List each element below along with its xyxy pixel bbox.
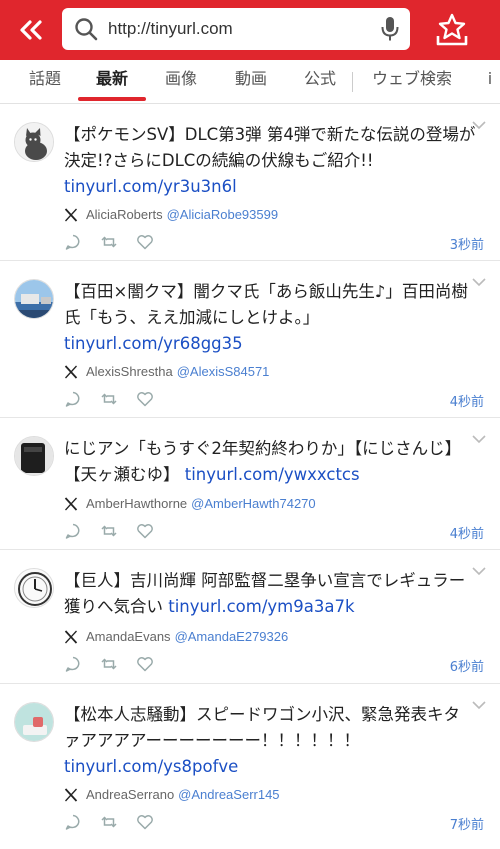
search-icon xyxy=(75,18,98,41)
post-actions: 4秒前 xyxy=(64,522,484,542)
reply-icon[interactable] xyxy=(64,813,82,831)
author[interactable]: AmberHawthorne @AmberHawth74270 xyxy=(86,496,316,511)
photo-avatar-icon xyxy=(15,280,53,318)
post-content: 【百田×闇クマ】闇クマ氏「あら飯山先生♪」百田尚樹氏「もう、ええ加減にしとけよ。… xyxy=(64,279,476,357)
photo-avatar-icon xyxy=(15,703,53,741)
timestamp: 3秒前 xyxy=(449,238,484,253)
avatar[interactable] xyxy=(14,279,54,319)
author-handle: @AndreaSerr145 xyxy=(178,787,280,802)
post-link[interactable]: tinyurl.com/yr68gg35 xyxy=(64,334,243,353)
post-text: 【ポケモンSV】DLC第3弾 第4弾で新たな伝説の登場が決定!?さらにDLCの続… xyxy=(64,125,476,170)
tab-videos[interactable]: 動画 xyxy=(220,60,282,104)
avatar[interactable] xyxy=(14,702,54,742)
avatar[interactable] xyxy=(14,122,54,162)
post-content: 【ポケモンSV】DLC第3弾 第4弾で新たな伝説の登場が決定!?さらにDLCの続… xyxy=(64,122,476,200)
post-content: 【巨人】吉川尚輝 阿部監督二塁争い宣言でレギュラー獲りへ気合い tinyurl.… xyxy=(64,568,476,620)
post-link[interactable]: tinyurl.com/ym9a3a7k xyxy=(168,597,354,616)
timestamp: 6秒前 xyxy=(449,660,484,675)
avatar[interactable] xyxy=(14,568,54,608)
tab-trending[interactable]: 話題 xyxy=(14,60,76,104)
author-name: AlexisShrestha xyxy=(86,364,173,379)
x-logo-icon xyxy=(64,365,78,379)
post-actions: 7秒前 xyxy=(64,813,484,833)
retweet-icon[interactable] xyxy=(100,522,118,540)
tab-official[interactable]: 公式 xyxy=(289,60,351,104)
tab-images[interactable]: 画像 xyxy=(150,60,212,104)
post-actions: 6秒前 xyxy=(64,655,484,675)
heart-icon[interactable] xyxy=(136,813,154,831)
x-logo-icon xyxy=(64,208,78,222)
list-item: にじアン「もうすぐ2年契約終わりか」【にじさんじ】【天ヶ瀬むゆ】 tinyurl… xyxy=(0,418,500,550)
tab-divider xyxy=(352,72,353,92)
author[interactable]: AliciaRoberts @AliciaRobe93599 xyxy=(86,207,278,222)
active-tab-indicator xyxy=(78,97,146,101)
reply-icon[interactable] xyxy=(64,233,82,251)
heart-icon[interactable] xyxy=(136,522,154,540)
x-logo-icon xyxy=(64,630,78,644)
post-actions: 3秒前 xyxy=(64,233,484,253)
author-name: AndreaSerrano xyxy=(86,787,175,802)
x-logo-icon xyxy=(64,497,78,511)
timestamp: 7秒前 xyxy=(449,818,484,833)
list-item: 【松本人志騒動】スピードワゴン小沢、緊急発表キタァアアアアーーーーーーー！！！！… xyxy=(0,684,500,849)
post-text: 【百田×闇クマ】闇クマ氏「あら飯山先生♪」百田尚樹氏「もう、ええ加減にしとけよ。… xyxy=(64,282,468,327)
reply-icon[interactable] xyxy=(64,522,82,540)
post-link[interactable]: tinyurl.com/yr3u3n6l xyxy=(64,177,237,196)
reply-icon[interactable] xyxy=(64,655,82,673)
post-text: 【松本人志騒動】スピードワゴン小沢、緊急発表キタァアアアアーーーーーーー！！！！… xyxy=(64,705,460,750)
post-content: にじアン「もうすぐ2年契約終わりか」【にじさんじ】【天ヶ瀬むゆ】 tinyurl… xyxy=(64,436,476,488)
heart-icon[interactable] xyxy=(136,390,154,408)
author-name: AmberHawthorne xyxy=(86,496,188,511)
author-handle: @AliciaRobe93599 xyxy=(166,207,279,222)
author-handle: @AlexisS84571 xyxy=(176,364,270,379)
author[interactable]: AmandaEvans @AmandaE279326 xyxy=(86,629,288,644)
cat-avatar-icon xyxy=(15,123,53,161)
avatar[interactable] xyxy=(14,436,54,476)
post-link[interactable]: tinyurl.com/ys8pofve xyxy=(64,757,238,776)
post-link[interactable]: tinyurl.com/ywxxctcs xyxy=(185,465,360,484)
bookmark-star-button[interactable] xyxy=(434,12,470,48)
author[interactable]: AndreaSerrano @AndreaSerr145 xyxy=(86,787,280,802)
timestamp: 4秒前 xyxy=(449,527,484,542)
tab-more[interactable]: i xyxy=(480,60,500,104)
post-content: 【松本人志騒動】スピードワゴン小沢、緊急発表キタァアアアアーーーーーーー！！！！… xyxy=(64,702,476,780)
author-name: AliciaRoberts xyxy=(86,207,163,222)
photo-avatar-icon xyxy=(15,437,53,475)
author-handle: @AmandaE279326 xyxy=(174,629,289,644)
x-logo-icon xyxy=(64,788,78,802)
top-bar: http://tinyurl.com xyxy=(0,0,500,60)
list-item: 【ポケモンSV】DLC第3弾 第4弾で新たな伝説の登場が決定!?さらにDLCの続… xyxy=(0,104,500,261)
heart-icon[interactable] xyxy=(136,655,154,673)
author-handle: @AmberHawth74270 xyxy=(191,496,316,511)
search-input[interactable]: http://tinyurl.com xyxy=(62,8,410,50)
reply-icon[interactable] xyxy=(64,390,82,408)
clock-avatar-icon xyxy=(15,569,53,607)
list-item: 【巨人】吉川尚輝 阿部監督二塁争い宣言でレギュラー獲りへ気合い tinyurl.… xyxy=(0,550,500,684)
retweet-icon[interactable] xyxy=(100,655,118,673)
microphone-icon[interactable] xyxy=(380,16,400,42)
search-query-text: http://tinyurl.com xyxy=(108,19,233,38)
author[interactable]: AlexisShrestha @AlexisS84571 xyxy=(86,364,269,379)
list-item: 【百田×闇クマ】闇クマ氏「あら飯山先生♪」百田尚樹氏「もう、ええ加減にしとけよ。… xyxy=(0,261,500,418)
author-name: AmandaEvans xyxy=(86,629,171,644)
retweet-icon[interactable] xyxy=(100,390,118,408)
back-button[interactable] xyxy=(16,14,48,46)
post-actions: 4秒前 xyxy=(64,390,484,410)
heart-icon[interactable] xyxy=(136,233,154,251)
star-tray-icon xyxy=(436,13,468,46)
retweet-icon[interactable] xyxy=(100,813,118,831)
tab-bar: 話題 最新 画像 動画 公式 ウェブ検索 i xyxy=(0,60,500,104)
timestamp: 4秒前 xyxy=(449,395,484,410)
double-chevron-left-icon xyxy=(20,20,42,40)
retweet-icon[interactable] xyxy=(100,233,118,251)
tab-web-search[interactable]: ウェブ検索 xyxy=(362,60,462,104)
